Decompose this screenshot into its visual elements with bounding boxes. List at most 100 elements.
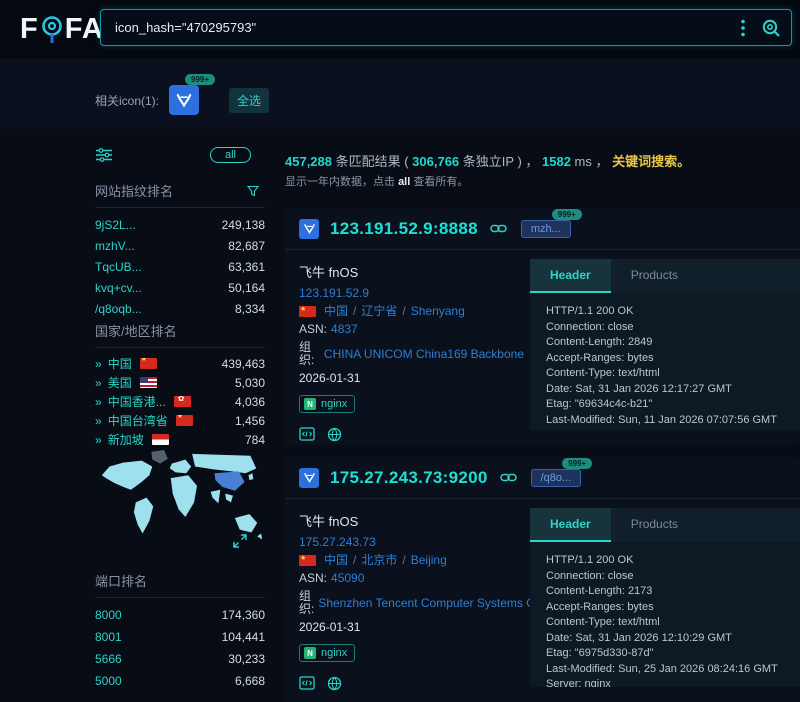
tab-header[interactable]: Header <box>530 259 611 293</box>
region-link[interactable]: 辽宁省 <box>361 305 397 318</box>
fingerprint-section-title: 网站指纹排名 <box>95 181 173 200</box>
country-row: » 中国 439,463 <box>95 354 265 373</box>
result-host-link[interactable]: 123.191.52.9 <box>299 287 369 300</box>
org-label: 组织: <box>299 341 320 367</box>
flag-taiwan-icon <box>176 415 193 426</box>
all-filter-pill[interactable]: all <box>210 147 251 163</box>
port-section-title: 端口排名 <box>95 571 147 590</box>
stats-line: 457,288 条匹配结果 ( 306,766 条独立IP ) ， 1582 m… <box>285 151 690 170</box>
globe-icon[interactable] <box>327 676 342 691</box>
flag-china-icon <box>299 555 316 566</box>
country-link[interactable]: 中国 <box>324 554 348 567</box>
fingerprint-count: 8,334 <box>235 302 265 316</box>
port-row: 5000 6,668 <box>95 670 265 692</box>
flag-china-icon <box>140 358 157 369</box>
fingerprint-link[interactable]: mzhV... <box>95 239 135 253</box>
link-chain-icon[interactable] <box>500 472 517 483</box>
section-port-ranking: 端口排名 8000174,360 8001104,441 566630,233 … <box>95 571 265 692</box>
related-icon-band: 相关icon(1): 999+ 全选 <box>0 61 800 129</box>
response-panel: Header Products HTTP/1.1 200 OK Connecti… <box>530 259 800 430</box>
nginx-n-icon: N <box>304 647 316 659</box>
country-link[interactable]: 中国台湾省 <box>108 412 168 429</box>
globe-icon[interactable] <box>327 427 342 442</box>
country-count: 439,463 <box>222 357 265 371</box>
flag-hongkong-icon <box>174 396 191 407</box>
search-input[interactable] <box>101 20 729 35</box>
response-panel: Header Products HTTP/1.1 200 OK Connecti… <box>530 508 800 687</box>
country-link[interactable]: 美国 <box>108 374 132 391</box>
asn-link[interactable]: 45090 <box>331 572 364 585</box>
map-greenland <box>151 450 168 464</box>
asn-label: ASN: <box>299 572 327 585</box>
server-tag-nginx[interactable]: Nnginx <box>299 395 355 413</box>
result-favicon[interactable] <box>299 219 319 239</box>
link-chain-icon[interactable] <box>490 223 507 234</box>
logo-text-f: F <box>20 13 39 46</box>
result-favicon[interactable] <box>299 468 319 488</box>
asn-link[interactable]: 4837 <box>331 323 358 336</box>
fingerprint-row: /q8oqb... 8,334 <box>95 298 265 319</box>
fingerprint-link[interactable]: /q8oqb... <box>95 302 142 316</box>
related-icon-label: 相关icon(1): <box>95 92 159 109</box>
count-badge: 999+ <box>185 74 215 85</box>
fingerprint-count: 82,687 <box>228 239 265 253</box>
region-link[interactable]: 北京市 <box>361 554 397 567</box>
org-link[interactable]: CHINA UNICOM China169 Backbone <box>324 348 524 361</box>
result-date: 2026-01-31 <box>299 372 524 385</box>
country-link[interactable]: 中国香港... <box>108 393 166 410</box>
top-bar: F FA <box>0 0 800 60</box>
filter-sliders-icon[interactable] <box>95 147 113 163</box>
port-link[interactable]: 8000 <box>95 608 122 622</box>
country-row: »美国5,030 <box>95 373 265 392</box>
tab-products[interactable]: Products <box>611 508 698 542</box>
result-date: 2026-01-31 <box>299 621 524 634</box>
map-china-highlight <box>214 471 244 490</box>
chevron-right-icon[interactable]: » <box>95 395 102 409</box>
select-all-button[interactable]: 全选 <box>229 88 269 113</box>
fingerprint-row: mzhV... 82,687 <box>95 235 265 256</box>
country-link[interactable]: 中国 <box>108 355 132 372</box>
result-host-link[interactable]: 175.27.243.73 <box>299 536 376 549</box>
result-tag-chip[interactable]: mzh...999+ <box>521 220 571 238</box>
tab-header[interactable]: Header <box>530 508 611 542</box>
map-expand-icon[interactable] <box>233 534 247 553</box>
related-favicon[interactable]: 999+ <box>169 85 199 115</box>
server-tag-nginx[interactable]: Nnginx <box>299 644 355 662</box>
chevron-right-icon[interactable]: » <box>95 357 102 371</box>
port-link[interactable]: 8001 <box>95 630 122 644</box>
match-count: 457,288 <box>285 154 332 169</box>
result-tag-chip[interactable]: /q8o...999+ <box>531 469 582 487</box>
country-link[interactable]: 中国 <box>324 305 348 318</box>
port-row: 566630,233 <box>95 648 265 670</box>
http-headers: HTTP/1.1 200 OK Connection: close Conten… <box>530 542 800 687</box>
result-ip-port-link[interactable]: 175.27.243.73:9200 <box>330 468 488 488</box>
country-count: 1,456 <box>235 414 265 428</box>
city-link[interactable]: Beijing <box>411 554 447 567</box>
country-row: » 中国台湾省 1,456 <box>95 411 265 430</box>
fnos-bull-icon <box>175 91 193 109</box>
fofa-logo[interactable]: F FA <box>20 13 104 46</box>
fingerprint-link[interactable]: 9jS2L... <box>95 218 136 232</box>
source-code-icon[interactable] <box>299 676 315 691</box>
city-link[interactable]: Shenyang <box>411 305 465 318</box>
chevron-right-icon[interactable]: » <box>95 376 102 390</box>
asn-label: ASN: <box>299 323 327 336</box>
all-link[interactable]: all <box>398 176 410 188</box>
port-link[interactable]: 5000 <box>95 674 122 688</box>
kebab-menu-icon[interactable] <box>729 14 757 42</box>
chevron-right-icon[interactable]: » <box>95 414 102 428</box>
search-icon[interactable] <box>757 14 785 42</box>
result-details: 飞牛 fnOS 123.191.52.9 中国/ 辽宁省/ Shenyang A… <box>299 262 524 442</box>
source-code-icon[interactable] <box>299 427 315 442</box>
port-count: 6,668 <box>235 674 265 688</box>
fofa-pin-icon <box>40 14 64 46</box>
keyword-search-link[interactable]: 关键词搜索。 <box>612 154 690 169</box>
port-row: 8001104,441 <box>95 626 265 648</box>
world-map <box>95 441 265 559</box>
fingerprint-link[interactable]: kvq+cv... <box>95 281 142 295</box>
fingerprint-link[interactable]: TqcUB... <box>95 260 142 274</box>
tab-products[interactable]: Products <box>611 259 698 293</box>
port-link[interactable]: 5666 <box>95 652 122 666</box>
result-ip-port-link[interactable]: 123.191.52.9:8888 <box>330 219 478 239</box>
funnel-filter-icon[interactable] <box>247 185 259 197</box>
